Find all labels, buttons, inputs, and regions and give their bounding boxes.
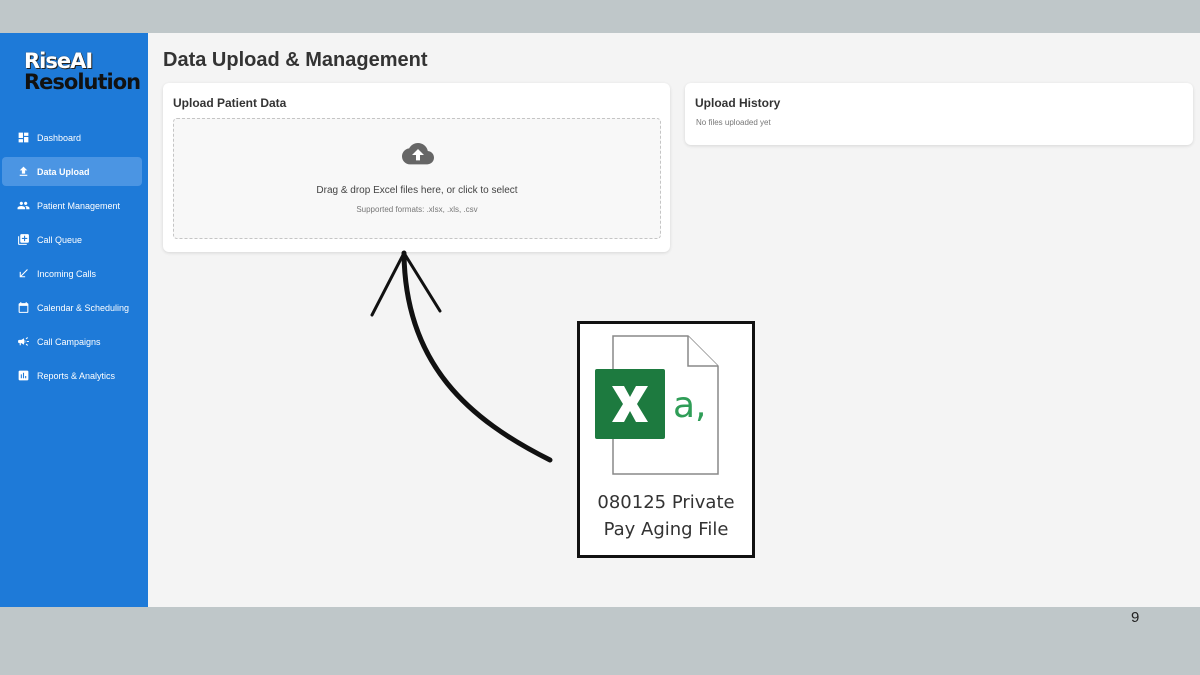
sidebar-item-label: Call Campaigns	[37, 336, 101, 347]
cloud-upload-icon	[402, 143, 434, 165]
file-dropzone[interactable]: Drag & drop Excel files here, or click t…	[173, 118, 661, 239]
slide-number: 9	[1131, 609, 1140, 626]
upload-card-title: Upload Patient Data	[173, 96, 287, 110]
sidebar-item-label: Patient Management	[37, 200, 121, 211]
sidebar-item-label: Data Upload	[37, 166, 90, 177]
sidebar-item-label: Call Queue	[37, 234, 83, 245]
brand-logo: RiseAI Resolution	[24, 49, 141, 94]
sidebar-item-call-queue[interactable]: Call Queue	[2, 225, 142, 254]
file-name-line1: 080125 Private	[597, 492, 735, 513]
sidebar-item-dashboard[interactable]: Dashboard	[2, 123, 142, 152]
file-name-label: 080125 Private Pay Aging File	[580, 489, 752, 543]
queue-icon	[17, 233, 30, 246]
dashboard-icon	[17, 131, 30, 144]
sidebar: RiseAI Resolution Dashboard Data Upload …	[0, 33, 148, 607]
incoming-call-icon	[17, 267, 30, 280]
file-name-line2: Pay Aging File	[603, 519, 729, 540]
upload-history-card: Upload History No files uploaded yet	[685, 83, 1193, 145]
sidebar-item-incoming-calls[interactable]: Incoming Calls	[2, 259, 142, 288]
people-icon	[17, 199, 30, 212]
curved-arrow-annotation	[370, 250, 553, 463]
page-title: Data Upload & Management	[163, 49, 428, 71]
sidebar-item-label: Dashboard	[37, 132, 82, 143]
supported-formats-note: Supported formats: .xlsx, .xls, .csv	[356, 205, 478, 214]
sidebar-item-reports[interactable]: Reports & Analytics	[2, 361, 142, 390]
dropzone-instructions: Drag & drop Excel files here, or click t…	[316, 185, 518, 196]
sidebar-item-patient-management[interactable]: Patient Management	[2, 191, 142, 220]
brand-line2: Resolution	[24, 70, 141, 94]
excel-file-icon: a,	[595, 335, 719, 475]
upload-icon	[17, 165, 30, 178]
upload-card: Upload Patient Data Drag & drop Excel fi…	[163, 83, 670, 252]
bar-chart-icon	[17, 369, 30, 382]
calendar-icon	[17, 301, 30, 314]
brand-line1: RiseAI	[24, 49, 93, 73]
sidebar-item-label: Calendar & Scheduling	[37, 302, 130, 313]
megaphone-icon	[17, 335, 30, 348]
upload-history-empty: No files uploaded yet	[696, 118, 771, 127]
upload-history-title: Upload History	[695, 96, 781, 110]
sidebar-nav: Dashboard Data Upload Patient Management…	[0, 123, 148, 395]
sidebar-item-calendar[interactable]: Calendar & Scheduling	[2, 293, 142, 322]
excel-file-callout: a, 080125 Private Pay Aging File	[577, 321, 755, 558]
sidebar-item-data-upload[interactable]: Data Upload	[2, 157, 142, 186]
svg-text:a,: a,	[673, 385, 707, 426]
sidebar-item-call-campaigns[interactable]: Call Campaigns	[2, 327, 142, 356]
sidebar-item-label: Reports & Analytics	[37, 370, 116, 381]
sidebar-item-label: Incoming Calls	[37, 268, 97, 279]
